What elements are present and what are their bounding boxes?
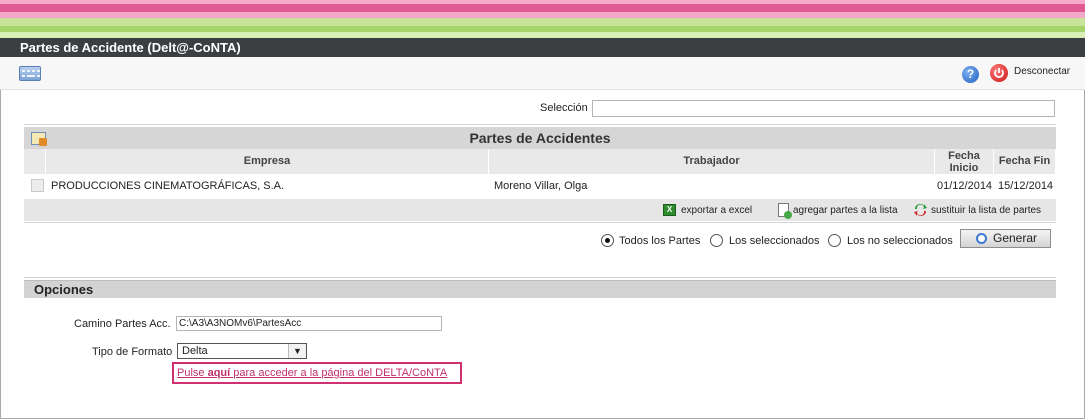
format-label: Tipo de Formato <box>92 346 173 358</box>
path-label: Camino Partes Acc. <box>74 318 171 330</box>
link-prefix: Pulse <box>177 367 208 379</box>
format-select[interactable]: Delta ▼ <box>177 343 307 359</box>
radio-all-parts[interactable] <box>601 234 614 247</box>
table-title: Partes de Accidentes <box>469 130 611 146</box>
radio-all-parts-label: Todos los Partes <box>619 235 701 247</box>
options-header: Opciones <box>24 280 1056 298</box>
cell-fecha-fin: 15/12/2014 <box>998 180 1054 192</box>
radio-selected[interactable] <box>710 234 723 247</box>
chevron-down-icon[interactable]: ▼ <box>288 344 306 358</box>
replace-list-icon[interactable] <box>913 203 928 217</box>
column-header-fecha-inicio[interactable]: Fecha Inicio <box>935 149 994 174</box>
column-header-fecha-inicio-label: Fecha Inicio <box>948 150 980 174</box>
selection-label: Selección <box>540 102 588 114</box>
table-options-icon[interactable] <box>31 132 47 146</box>
cell-fecha-inicio: 01/12/2014 <box>937 180 993 192</box>
toolbar <box>0 57 1085 90</box>
divider <box>24 277 1056 278</box>
divider <box>24 222 1056 223</box>
power-icon[interactable] <box>990 64 1008 82</box>
excel-icon[interactable]: X <box>663 204 676 216</box>
export-excel-link[interactable]: exportar a excel <box>681 205 752 216</box>
link-bold: aquí <box>207 367 231 379</box>
add-document-icon[interactable] <box>778 203 792 219</box>
table-actions-bar <box>24 199 1056 221</box>
replace-list-link[interactable]: sustituir la lista de partes <box>931 205 1041 216</box>
gear-icon <box>976 233 987 244</box>
window-title: Partes de Accidente (Delt@-CoNTA) <box>0 38 1085 57</box>
column-header-check <box>24 149 46 174</box>
radio-not-selected[interactable] <box>828 234 841 247</box>
generate-button[interactable]: Generar <box>960 229 1051 248</box>
delta-conta-link[interactable]: Pulse aquí para acceder a la página del … <box>177 367 447 379</box>
add-parts-link[interactable]: agregar partes a la lista <box>793 205 898 216</box>
format-select-value: Delta <box>182 345 208 357</box>
column-header-empresa[interactable]: Empresa <box>46 149 489 174</box>
cell-empresa: PRODUCCIONES CINEMATOGRÁFICAS, S.A. <box>51 180 285 192</box>
keyboard-icon[interactable] <box>19 66 41 81</box>
row-checkbox[interactable] <box>31 179 44 192</box>
selection-input[interactable] <box>592 100 1055 117</box>
column-header-fecha-fin[interactable]: Fecha Fin <box>994 149 1056 174</box>
cell-trabajador: Moreno Villar, Olga <box>494 180 588 192</box>
radio-not-selected-label: Los no seleccionados <box>847 235 953 247</box>
link-suffix: para acceder a la página del DELTA/CoNTA <box>230 367 448 379</box>
column-header-trabajador[interactable]: Trabajador <box>489 149 935 174</box>
header-stripes <box>0 0 1085 38</box>
path-input[interactable]: C:\A3\A3NOMv6\PartesAcc <box>176 316 442 331</box>
help-icon[interactable]: ? <box>962 66 979 83</box>
radio-selected-label: Los seleccionados <box>729 235 820 247</box>
disconnect-link[interactable]: Desconectar <box>1014 66 1070 77</box>
divider <box>24 124 1056 125</box>
